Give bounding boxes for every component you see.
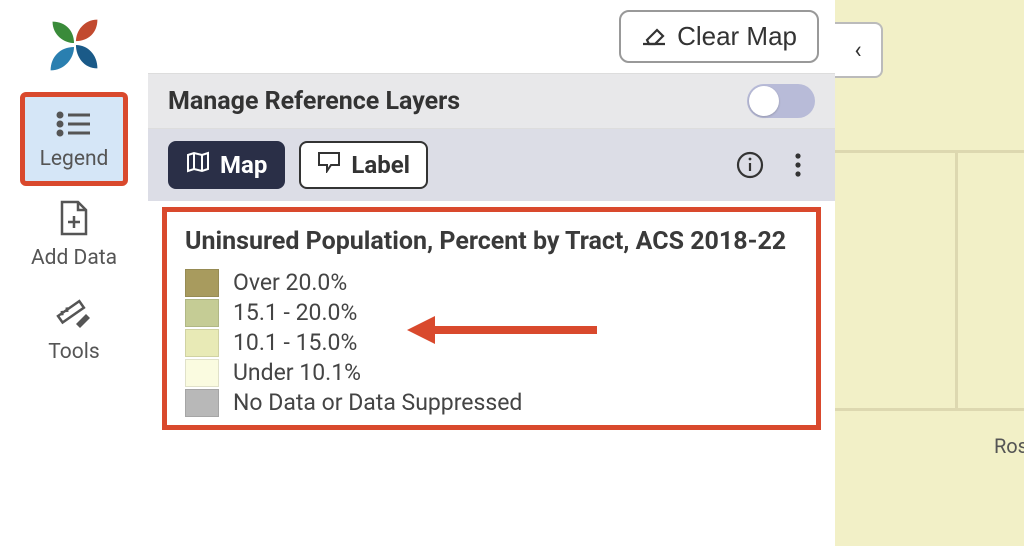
map-tab-label: Map	[220, 151, 267, 179]
map-road	[835, 150, 1024, 153]
legend-label: No Data or Data Suppressed	[233, 389, 522, 416]
legend-item: Under 10.1%	[185, 359, 798, 387]
map-place-label: Ros	[994, 434, 1024, 458]
eraser-icon	[641, 20, 667, 53]
legend-item: Over 20.0%	[185, 269, 798, 297]
legend-swatch	[185, 299, 219, 327]
label-icon	[317, 151, 341, 179]
sidebar-item-label: Legend	[40, 147, 109, 171]
collapse-panel-button[interactable]: ‹	[835, 22, 883, 78]
legend-swatch	[185, 389, 219, 417]
more-options-button[interactable]	[781, 148, 815, 182]
map-tab[interactable]: Map	[168, 141, 285, 189]
layer-tab-row: Map Label	[148, 129, 835, 201]
reference-layers-title: Manage Reference Layers	[168, 87, 460, 116]
legend-panel: Uninsured Population, Percent by Tract, …	[162, 207, 821, 430]
clear-map-label: Clear Map	[677, 21, 797, 52]
legend-item: 15.1 - 20.0%	[185, 299, 798, 327]
reference-layers-toggle[interactable]	[747, 84, 815, 118]
tools-icon	[56, 294, 92, 334]
label-tab[interactable]: Label	[299, 141, 428, 189]
label-tab-label: Label	[351, 151, 410, 179]
add-data-icon	[58, 200, 90, 240]
app-root: Legend Add Data Tools	[0, 0, 1024, 546]
legend-label: Under 10.1%	[233, 359, 361, 386]
legend-swatch	[185, 269, 219, 297]
legend-items: Over 20.0% 15.1 - 20.0% 10.1 - 15.0% Under …	[185, 269, 798, 417]
legend-label: 15.1 - 20.0%	[233, 299, 357, 326]
app-logo	[35, 6, 113, 84]
legend-item: No Data or Data Suppressed	[185, 389, 798, 417]
legend-icon	[56, 111, 92, 141]
sidebar-item-tools[interactable]: Tools	[20, 280, 128, 374]
control-panel: Clear Map Manage Reference Layers Map	[148, 0, 835, 546]
legend-label: 10.1 - 15.0%	[233, 329, 357, 356]
map-road	[835, 408, 1024, 411]
map-canvas[interactable]: ‹ Ros	[835, 0, 1024, 546]
sidebar-item-add-data[interactable]: Add Data	[20, 186, 128, 280]
clear-map-button[interactable]: Clear Map	[619, 10, 819, 63]
legend-label: Over 20.0%	[233, 269, 347, 296]
chevron-left-icon: ‹	[854, 36, 861, 64]
sidebar-item-label: Add Data	[31, 246, 117, 270]
toggle-knob	[749, 86, 779, 116]
reference-layers-row: Manage Reference Layers	[148, 73, 835, 129]
legend-swatch	[185, 329, 219, 357]
info-button[interactable]	[733, 148, 767, 182]
legend-swatch	[185, 359, 219, 387]
legend-item: 10.1 - 15.0%	[185, 329, 798, 357]
top-toolbar: Clear Map	[148, 0, 835, 73]
map-icon	[186, 151, 210, 179]
legend-title: Uninsured Population, Percent by Tract, …	[185, 226, 798, 259]
map-road	[955, 150, 958, 410]
sidebar-item-legend[interactable]: Legend	[20, 92, 128, 186]
sidebar-item-label: Tools	[48, 340, 99, 364]
sidebar: Legend Add Data Tools	[0, 0, 148, 546]
